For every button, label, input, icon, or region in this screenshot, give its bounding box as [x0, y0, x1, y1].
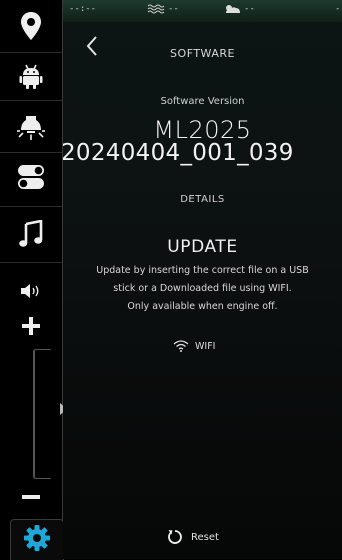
status-time: --:-- [69, 4, 97, 14]
update-description-line: Update by inserting the correct file on … [96, 265, 309, 276]
software-panel: --:-- -- -- - SOFTWARE Software Version … [63, 0, 342, 559]
status-weather-value: -- [244, 4, 255, 14]
status-weather: -- [223, 4, 255, 14]
status-climate-value: -- [168, 4, 179, 14]
reset-button[interactable]: Reset [167, 527, 219, 547]
music-note-icon[interactable] [10, 213, 52, 255]
settings-gear-icon [23, 524, 51, 556]
status-extra: - [335, 4, 341, 14]
page-title: SOFTWARE [170, 47, 235, 60]
update-description-line: stick or a Downloaded file using WIFI. [113, 283, 292, 294]
volume-slider[interactable] [33, 349, 51, 479]
update-description-line: Only available when engine off. [127, 301, 278, 312]
software-version-build: 20240404_001_039 [63, 140, 294, 166]
volume-down-button[interactable] [10, 476, 52, 518]
rail-divider [0, 262, 62, 263]
light-bulb-icon[interactable] [10, 106, 52, 148]
android-auto-icon[interactable] [10, 55, 52, 97]
rail-divider [0, 152, 62, 153]
wifi-button[interactable]: WIFI [173, 338, 215, 354]
weather-cloud-icon [226, 5, 240, 13]
software-version-label: Software Version [160, 96, 245, 107]
reset-label: Reset [191, 531, 219, 543]
toggle-switches-icon[interactable] [10, 156, 52, 198]
update-description: Update by inserting the correct file on … [67, 262, 338, 316]
wifi-label: WIFI [195, 340, 216, 352]
rail-divider [0, 206, 62, 207]
details-button[interactable]: DETAILS [63, 194, 342, 205]
update-button[interactable]: UPDATE [63, 237, 342, 257]
location-pin-icon[interactable] [10, 5, 52, 47]
reset-icon [168, 530, 182, 544]
volume-up-button[interactable] [10, 305, 52, 347]
heat-waves-icon [147, 4, 165, 14]
status-bar: --:-- -- -- - [63, 0, 342, 22]
wifi-icon [173, 340, 189, 352]
status-climate: -- [147, 4, 187, 14]
settings-tab[interactable] [10, 519, 64, 560]
rail-divider [0, 100, 62, 101]
left-rail [0, 0, 67, 560]
rail-divider [0, 52, 62, 53]
